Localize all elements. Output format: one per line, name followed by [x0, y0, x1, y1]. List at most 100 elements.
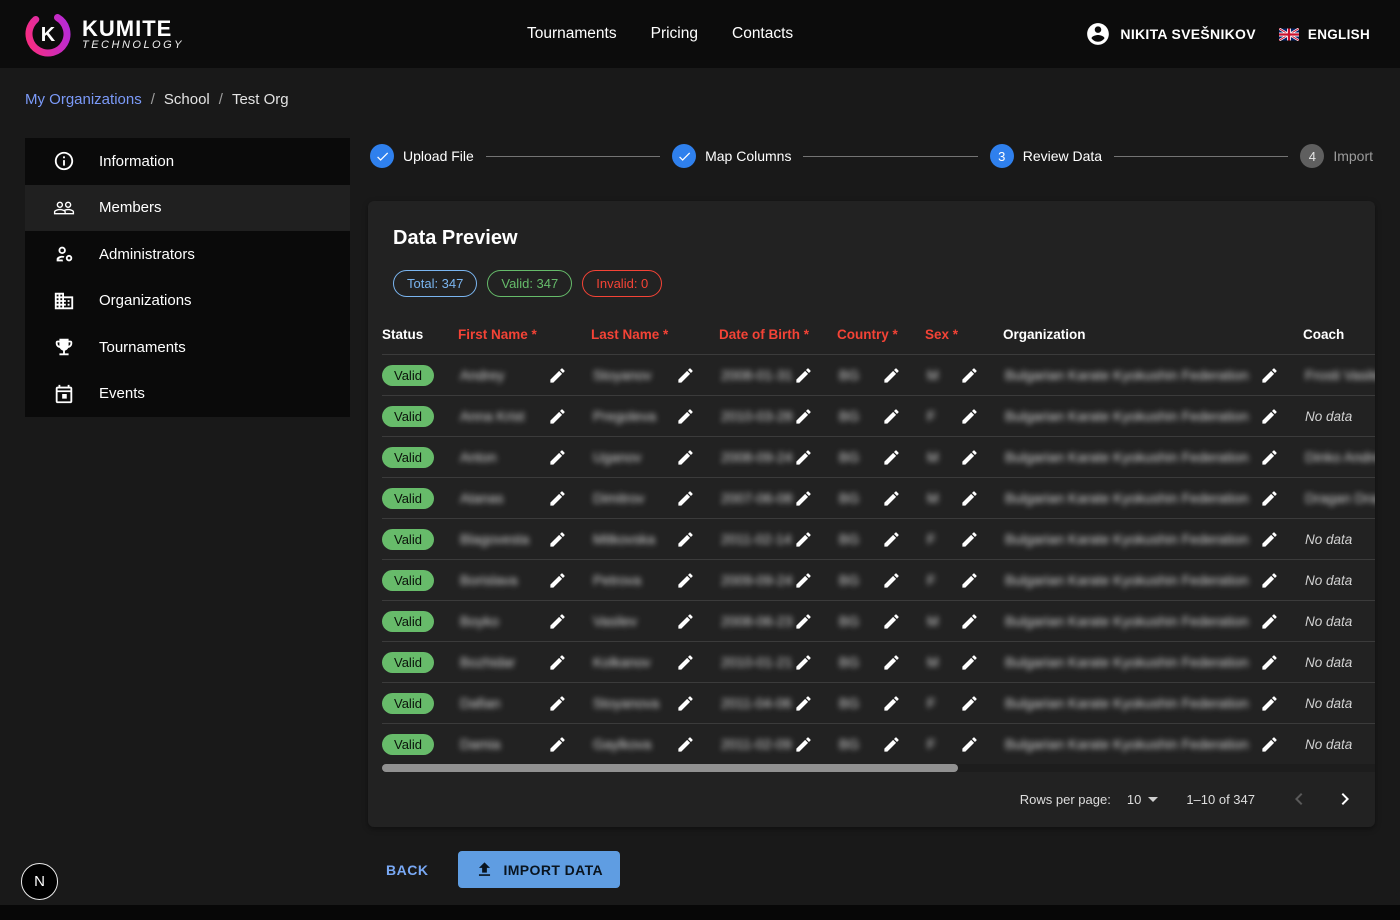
edit-icon[interactable]: [548, 407, 567, 426]
step-connector: [1114, 156, 1288, 157]
nav-link-pricing[interactable]: Pricing: [651, 25, 698, 43]
edit-icon[interactable]: [548, 448, 567, 467]
country-value: BG: [839, 572, 882, 588]
nav-link-tournaments[interactable]: Tournaments: [527, 25, 617, 43]
edit-icon[interactable]: [548, 735, 567, 754]
edit-icon[interactable]: [882, 407, 901, 426]
breadcrumb-school[interactable]: School: [164, 91, 210, 108]
import-data-button[interactable]: IMPORT DATA: [458, 851, 620, 888]
edit-icon[interactable]: [1260, 448, 1279, 467]
language-selector[interactable]: ENGLISH: [1308, 27, 1370, 42]
edit-icon[interactable]: [960, 489, 979, 508]
edit-icon[interactable]: [960, 407, 979, 426]
sidebar-item-events[interactable]: Events: [25, 371, 350, 418]
edit-icon[interactable]: [882, 694, 901, 713]
edit-icon[interactable]: [882, 366, 901, 385]
edit-icon[interactable]: [882, 530, 901, 549]
date-of-birth-value: 2011-04-06: [721, 695, 794, 711]
edit-icon[interactable]: [676, 653, 695, 672]
edit-icon[interactable]: [1260, 571, 1279, 590]
edit-icon[interactable]: [1260, 407, 1279, 426]
edit-icon[interactable]: [676, 489, 695, 508]
edit-icon[interactable]: [548, 694, 567, 713]
coach-cell: No data: [1305, 696, 1375, 711]
user-name[interactable]: NIKITA SVEŠNIKOV: [1120, 26, 1255, 42]
table-row: Valid Atanas Dimitrov 2007-06-08 BG M Bu…: [382, 477, 1375, 518]
edit-icon[interactable]: [960, 571, 979, 590]
brand-logo[interactable]: K KUMITE TECHNOLOGY: [25, 11, 184, 57]
edit-icon[interactable]: [794, 694, 813, 713]
edit-icon[interactable]: [548, 366, 567, 385]
edit-icon[interactable]: [548, 530, 567, 549]
edit-icon[interactable]: [882, 489, 901, 508]
edit-icon[interactable]: [676, 571, 695, 590]
account-icon[interactable]: [1085, 21, 1111, 47]
sidebar-item-organizations[interactable]: Organizations: [25, 278, 350, 325]
last-name-cell: Kolkanov: [593, 653, 721, 672]
sex-value: F: [927, 736, 960, 752]
edit-icon[interactable]: [882, 735, 901, 754]
edit-icon[interactable]: [794, 653, 813, 672]
sidebar-item-members[interactable]: Members: [25, 185, 350, 232]
edit-icon[interactable]: [882, 448, 901, 467]
date-of-birth-value: 2009-09-24: [721, 572, 794, 588]
edit-icon[interactable]: [676, 694, 695, 713]
edit-icon[interactable]: [1260, 612, 1279, 631]
edit-icon[interactable]: [1260, 530, 1279, 549]
edit-icon[interactable]: [676, 612, 695, 631]
edit-icon[interactable]: [548, 653, 567, 672]
organization-cell: Bulgarian Karate Kyokushin Federation: [1005, 653, 1305, 672]
status-cell: Valid: [382, 611, 460, 632]
wizard-actions: BACK IMPORT DATA: [370, 851, 1375, 888]
edit-icon[interactable]: [882, 653, 901, 672]
info-icon: [53, 150, 75, 172]
edit-icon[interactable]: [1260, 735, 1279, 754]
last-name-cell: Petrova: [593, 571, 721, 590]
edit-icon[interactable]: [676, 407, 695, 426]
edit-icon[interactable]: [960, 612, 979, 631]
edit-icon[interactable]: [882, 612, 901, 631]
edit-icon[interactable]: [960, 366, 979, 385]
edit-icon[interactable]: [794, 612, 813, 631]
edit-icon[interactable]: [794, 366, 813, 385]
dev-badge-button[interactable]: N: [21, 863, 58, 900]
edit-icon[interactable]: [960, 653, 979, 672]
edit-icon[interactable]: [882, 571, 901, 590]
edit-icon[interactable]: [676, 735, 695, 754]
sidebar-item-information[interactable]: Information: [25, 138, 350, 185]
sidebar-item-tournaments[interactable]: Tournaments: [25, 324, 350, 371]
edit-icon[interactable]: [1260, 653, 1279, 672]
step-connector: [803, 156, 977, 157]
edit-icon[interactable]: [960, 694, 979, 713]
rows-per-page-select[interactable]: 10: [1127, 792, 1158, 807]
edit-icon[interactable]: [794, 571, 813, 590]
date-of-birth-cell: 2011-02-14: [721, 530, 839, 549]
edit-icon[interactable]: [960, 448, 979, 467]
breadcrumb-test-org: Test Org: [232, 91, 289, 108]
edit-icon[interactable]: [794, 530, 813, 549]
edit-icon[interactable]: [676, 530, 695, 549]
breadcrumb-my-organizations[interactable]: My Organizations: [25, 91, 142, 108]
country-cell: BG: [839, 694, 927, 713]
edit-icon[interactable]: [960, 530, 979, 549]
edit-icon[interactable]: [794, 489, 813, 508]
edit-icon[interactable]: [1260, 489, 1279, 508]
edit-icon[interactable]: [548, 612, 567, 631]
edit-icon[interactable]: [794, 407, 813, 426]
sidebar-item-administrators[interactable]: Administrators: [25, 231, 350, 278]
edit-icon[interactable]: [548, 571, 567, 590]
edit-icon[interactable]: [794, 735, 813, 754]
edit-icon[interactable]: [676, 366, 695, 385]
next-page-icon[interactable]: [1333, 787, 1357, 811]
edit-icon[interactable]: [676, 448, 695, 467]
edit-icon[interactable]: [1260, 366, 1279, 385]
edit-icon[interactable]: [794, 448, 813, 467]
nav-link-contacts[interactable]: Contacts: [732, 25, 793, 43]
edit-icon[interactable]: [960, 735, 979, 754]
back-button[interactable]: BACK: [370, 852, 444, 888]
horizontal-scrollbar-thumb[interactable]: [382, 764, 958, 772]
edit-icon[interactable]: [1260, 694, 1279, 713]
step-number: 4: [1300, 144, 1324, 168]
edit-icon[interactable]: [548, 489, 567, 508]
previous-page-icon[interactable]: [1287, 787, 1311, 811]
